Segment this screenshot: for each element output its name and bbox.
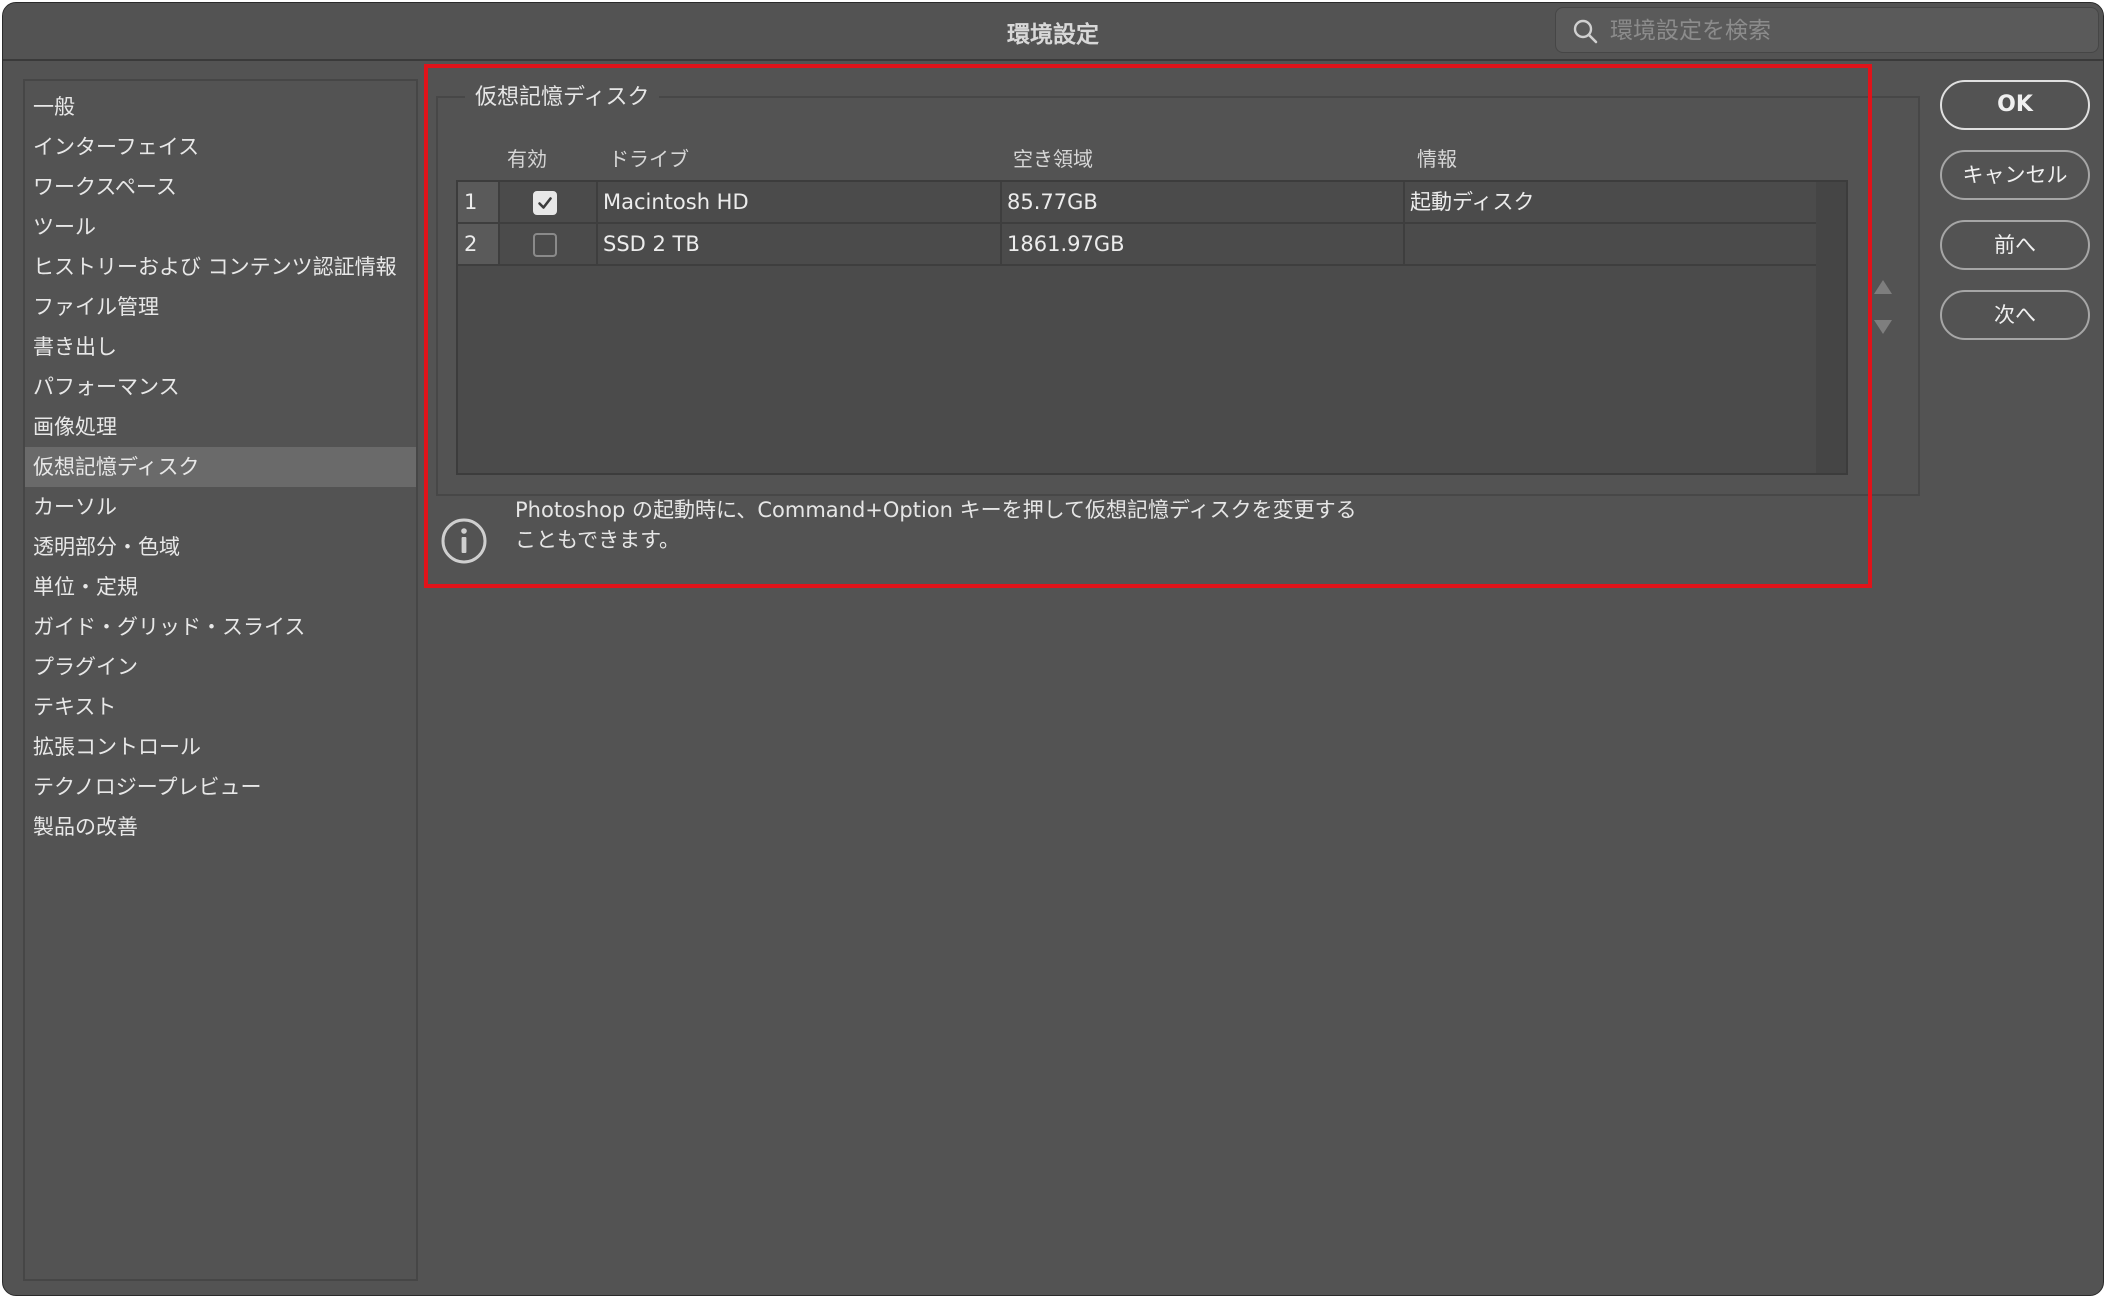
sidebar-item-performance[interactable]: パフォーマンス	[25, 367, 416, 407]
preferences-window: 環境設定 一般 インターフェイス ワークスペース ツール ヒストリーおよび コン…	[2, 2, 2104, 1296]
ok-button[interactable]: OK	[1940, 80, 2090, 130]
table-scrollbar[interactable]	[1816, 182, 1846, 473]
sidebar-item-interface[interactable]: インターフェイス	[25, 127, 416, 167]
column-header-drive: ドライブ	[609, 147, 689, 171]
sidebar-item-type[interactable]: テキスト	[25, 687, 416, 727]
previous-button[interactable]: 前へ	[1940, 220, 2090, 270]
sidebar-item-tools[interactable]: ツール	[25, 207, 416, 247]
drive-info	[1405, 224, 1816, 264]
sidebar-item-technology-previews[interactable]: テクノロジープレビュー	[25, 767, 416, 807]
drive-name: Macintosh HD	[598, 182, 1002, 222]
sidebar-item-history[interactable]: ヒストリーおよび コンテンツ認証情報	[25, 247, 416, 287]
enabled-checkbox[interactable]	[533, 233, 557, 257]
search-icon	[1573, 19, 1598, 44]
sidebar-item-units-rulers[interactable]: 単位・定規	[25, 567, 416, 607]
info-message-line-2: こともできます。	[515, 528, 681, 552]
free-space: 1861.97GB	[1002, 224, 1405, 264]
sidebar-item-guides-grid[interactable]: ガイド・グリッド・スライス	[25, 607, 416, 647]
column-header-info: 情報	[1417, 147, 1457, 171]
sidebar-item-plugins[interactable]: プラグイン	[25, 647, 416, 687]
sidebar-item-image-processing[interactable]: 画像処理	[25, 407, 416, 447]
checkmark-icon	[538, 197, 552, 209]
info-icon	[441, 518, 487, 564]
row-index: 2	[458, 224, 500, 264]
enabled-checkbox[interactable]	[533, 191, 557, 215]
scratch-disk-table: 1 Macintosh HD 85.77GB 起動ディスク 2 SSD 2 TB…	[456, 180, 1848, 475]
drive-info: 起動ディスク	[1410, 190, 1535, 214]
info-message: Photoshop の起動時に、Command+Option キーを押して仮想記…	[515, 495, 1465, 555]
title-bar: 環境設定	[3, 3, 2103, 61]
sidebar-item-scratch-disks[interactable]: 仮想記憶ディスク	[25, 447, 416, 487]
table-row[interactable]: 2 SSD 2 TB 1861.97GB	[458, 224, 1816, 266]
sidebar-list: 一般 インターフェイス ワークスペース ツール ヒストリーおよび コンテンツ認証…	[25, 81, 416, 847]
free-space: 85.77GB	[1002, 182, 1405, 222]
row-index: 1	[458, 182, 500, 222]
column-header-free-space: 空き領域	[1013, 147, 1093, 171]
info-message-line-1: Photoshop の起動時に、Command+Option キーを押して仮想記…	[515, 498, 1357, 522]
sidebar-item-file-handling[interactable]: ファイル管理	[25, 287, 416, 327]
sidebar-item-general[interactable]: 一般	[25, 87, 416, 127]
group-title: 仮想記憶ディスク	[465, 79, 660, 111]
drive-name: SSD 2 TB	[598, 224, 1002, 264]
move-up-arrow-icon[interactable]	[1874, 280, 1892, 294]
column-header-enabled: 有効	[507, 147, 547, 171]
search-box[interactable]	[1555, 7, 2099, 53]
move-down-arrow-icon[interactable]	[1874, 320, 1892, 334]
sidebar-item-transparency[interactable]: 透明部分・色域	[25, 527, 416, 567]
sidebar: 一般 インターフェイス ワークスペース ツール ヒストリーおよび コンテンツ認証…	[23, 79, 418, 1281]
sidebar-item-cursors[interactable]: カーソル	[25, 487, 416, 527]
cancel-button[interactable]: キャンセル	[1940, 150, 2090, 200]
table-row[interactable]: 1 Macintosh HD 85.77GB 起動ディスク	[458, 182, 1816, 224]
enabled-cell	[500, 182, 598, 222]
sidebar-item-workspace[interactable]: ワークスペース	[25, 167, 416, 207]
sidebar-item-enhanced-controls[interactable]: 拡張コントロール	[25, 727, 416, 767]
sidebar-item-export[interactable]: 書き出し	[25, 327, 416, 367]
enabled-cell	[500, 224, 598, 264]
next-button[interactable]: 次へ	[1940, 290, 2090, 340]
search-input[interactable]	[1608, 14, 2082, 48]
sidebar-item-product-improvement[interactable]: 製品の改善	[25, 807, 416, 847]
